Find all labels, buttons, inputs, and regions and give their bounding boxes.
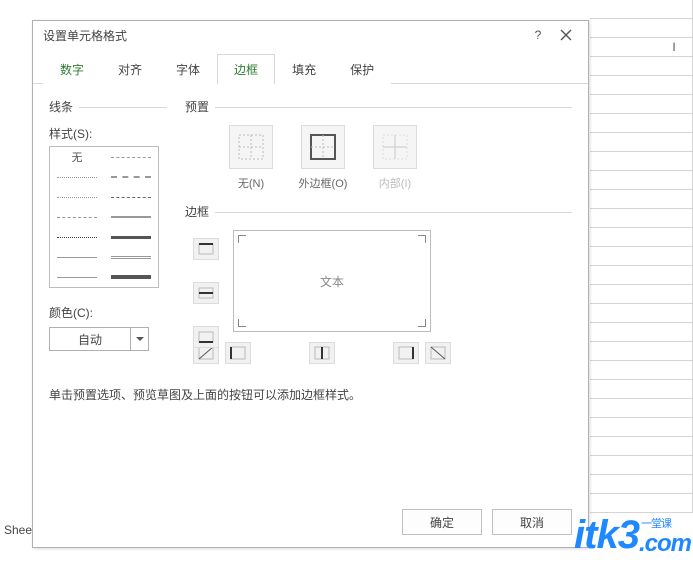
column-header[interactable]: I xyxy=(660,40,688,60)
border-top-button[interactable] xyxy=(193,238,219,260)
preset-none-label: 无(N) xyxy=(225,175,277,191)
preset-outline-label: 外边框(O) xyxy=(297,175,349,191)
preset-none-icon xyxy=(229,125,273,169)
border-group-label: 边框 xyxy=(185,203,572,220)
cancel-button[interactable]: 取消 xyxy=(492,509,572,535)
dialog-buttons: 确定 取消 xyxy=(402,509,572,535)
tab-border[interactable]: 边框 xyxy=(217,54,275,84)
titlebar: 设置单元格格式 ? xyxy=(33,21,588,49)
line-style-opt[interactable] xyxy=(50,187,104,207)
close-button[interactable] xyxy=(552,24,580,46)
line-style-opt[interactable] xyxy=(104,267,158,287)
grid-edge xyxy=(590,0,693,564)
line-style-none[interactable]: 无 xyxy=(50,147,104,167)
tab-strip: 数字 对齐 字体 边框 填充 保护 xyxy=(33,49,588,84)
border-preview[interactable]: 文本 xyxy=(233,230,431,332)
line-style-opt[interactable] xyxy=(50,167,104,187)
border-right-button[interactable] xyxy=(393,342,419,364)
border-diag-down-button[interactable] xyxy=(425,342,451,364)
color-value: 自动 xyxy=(50,331,130,348)
close-icon xyxy=(560,29,572,41)
border-middle-h-button[interactable] xyxy=(193,282,219,304)
tab-alignment[interactable]: 对齐 xyxy=(101,54,159,84)
line-style-opt[interactable] xyxy=(50,267,104,287)
dialog-title: 设置单元格格式 xyxy=(43,27,127,44)
preset-inside-label: 内部(I) xyxy=(369,175,421,191)
border-bottom-button[interactable] xyxy=(193,326,219,348)
chevron-down-icon xyxy=(130,328,148,350)
line-style-opt[interactable] xyxy=(104,187,158,207)
preset-inside-icon xyxy=(373,125,417,169)
presets-group-label: 预置 xyxy=(185,98,572,115)
line-style-opt[interactable] xyxy=(104,147,158,167)
tab-fill[interactable]: 填充 xyxy=(275,54,333,84)
line-section: 线条 样式(S): 无 xyxy=(49,98,167,364)
tab-number[interactable]: 数字 xyxy=(43,54,101,84)
line-style-list[interactable]: 无 xyxy=(49,146,159,288)
line-style-opt[interactable] xyxy=(104,207,158,227)
border-middle-v-button[interactable] xyxy=(309,342,335,364)
line-style-opt[interactable] xyxy=(104,227,158,247)
preset-none[interactable]: 无(N) xyxy=(225,125,277,191)
format-cells-dialog: 设置单元格格式 ? 数字 对齐 字体 边框 填充 保护 线条 样式(S): 无 xyxy=(32,20,589,548)
hint-text: 单击预置选项、预览草图及上面的按钮可以添加边框样式。 xyxy=(49,386,572,403)
line-style-opt[interactable] xyxy=(50,227,104,247)
watermark: itk3 一堂课 .com xyxy=(574,513,691,558)
preset-inside: 内部(I) xyxy=(369,125,421,191)
tab-protection[interactable]: 保护 xyxy=(333,54,391,84)
ok-button[interactable]: 确定 xyxy=(402,509,482,535)
preset-buttons: 无(N) 外边框(O) 内部(I) xyxy=(225,125,572,191)
color-label: 颜色(C): xyxy=(49,304,167,321)
right-panel: 预置 无(N) 外边框(O) xyxy=(185,98,572,364)
dialog-content: 线条 样式(S): 无 xyxy=(33,84,588,547)
line-style-opt[interactable] xyxy=(50,207,104,227)
color-select[interactable]: 自动 xyxy=(49,327,149,351)
preset-outline-icon xyxy=(301,125,345,169)
help-button[interactable]: ? xyxy=(524,24,552,46)
line-style-opt[interactable] xyxy=(104,167,158,187)
tab-font[interactable]: 字体 xyxy=(159,54,217,84)
preview-text: 文本 xyxy=(320,273,344,290)
line-group-label: 线条 xyxy=(49,98,167,115)
preset-outline[interactable]: 外边框(O) xyxy=(297,125,349,191)
line-style-opt[interactable] xyxy=(104,247,158,267)
line-style-opt[interactable] xyxy=(50,247,104,267)
style-label: 样式(S): xyxy=(49,125,167,142)
border-left-button[interactable] xyxy=(225,342,251,364)
